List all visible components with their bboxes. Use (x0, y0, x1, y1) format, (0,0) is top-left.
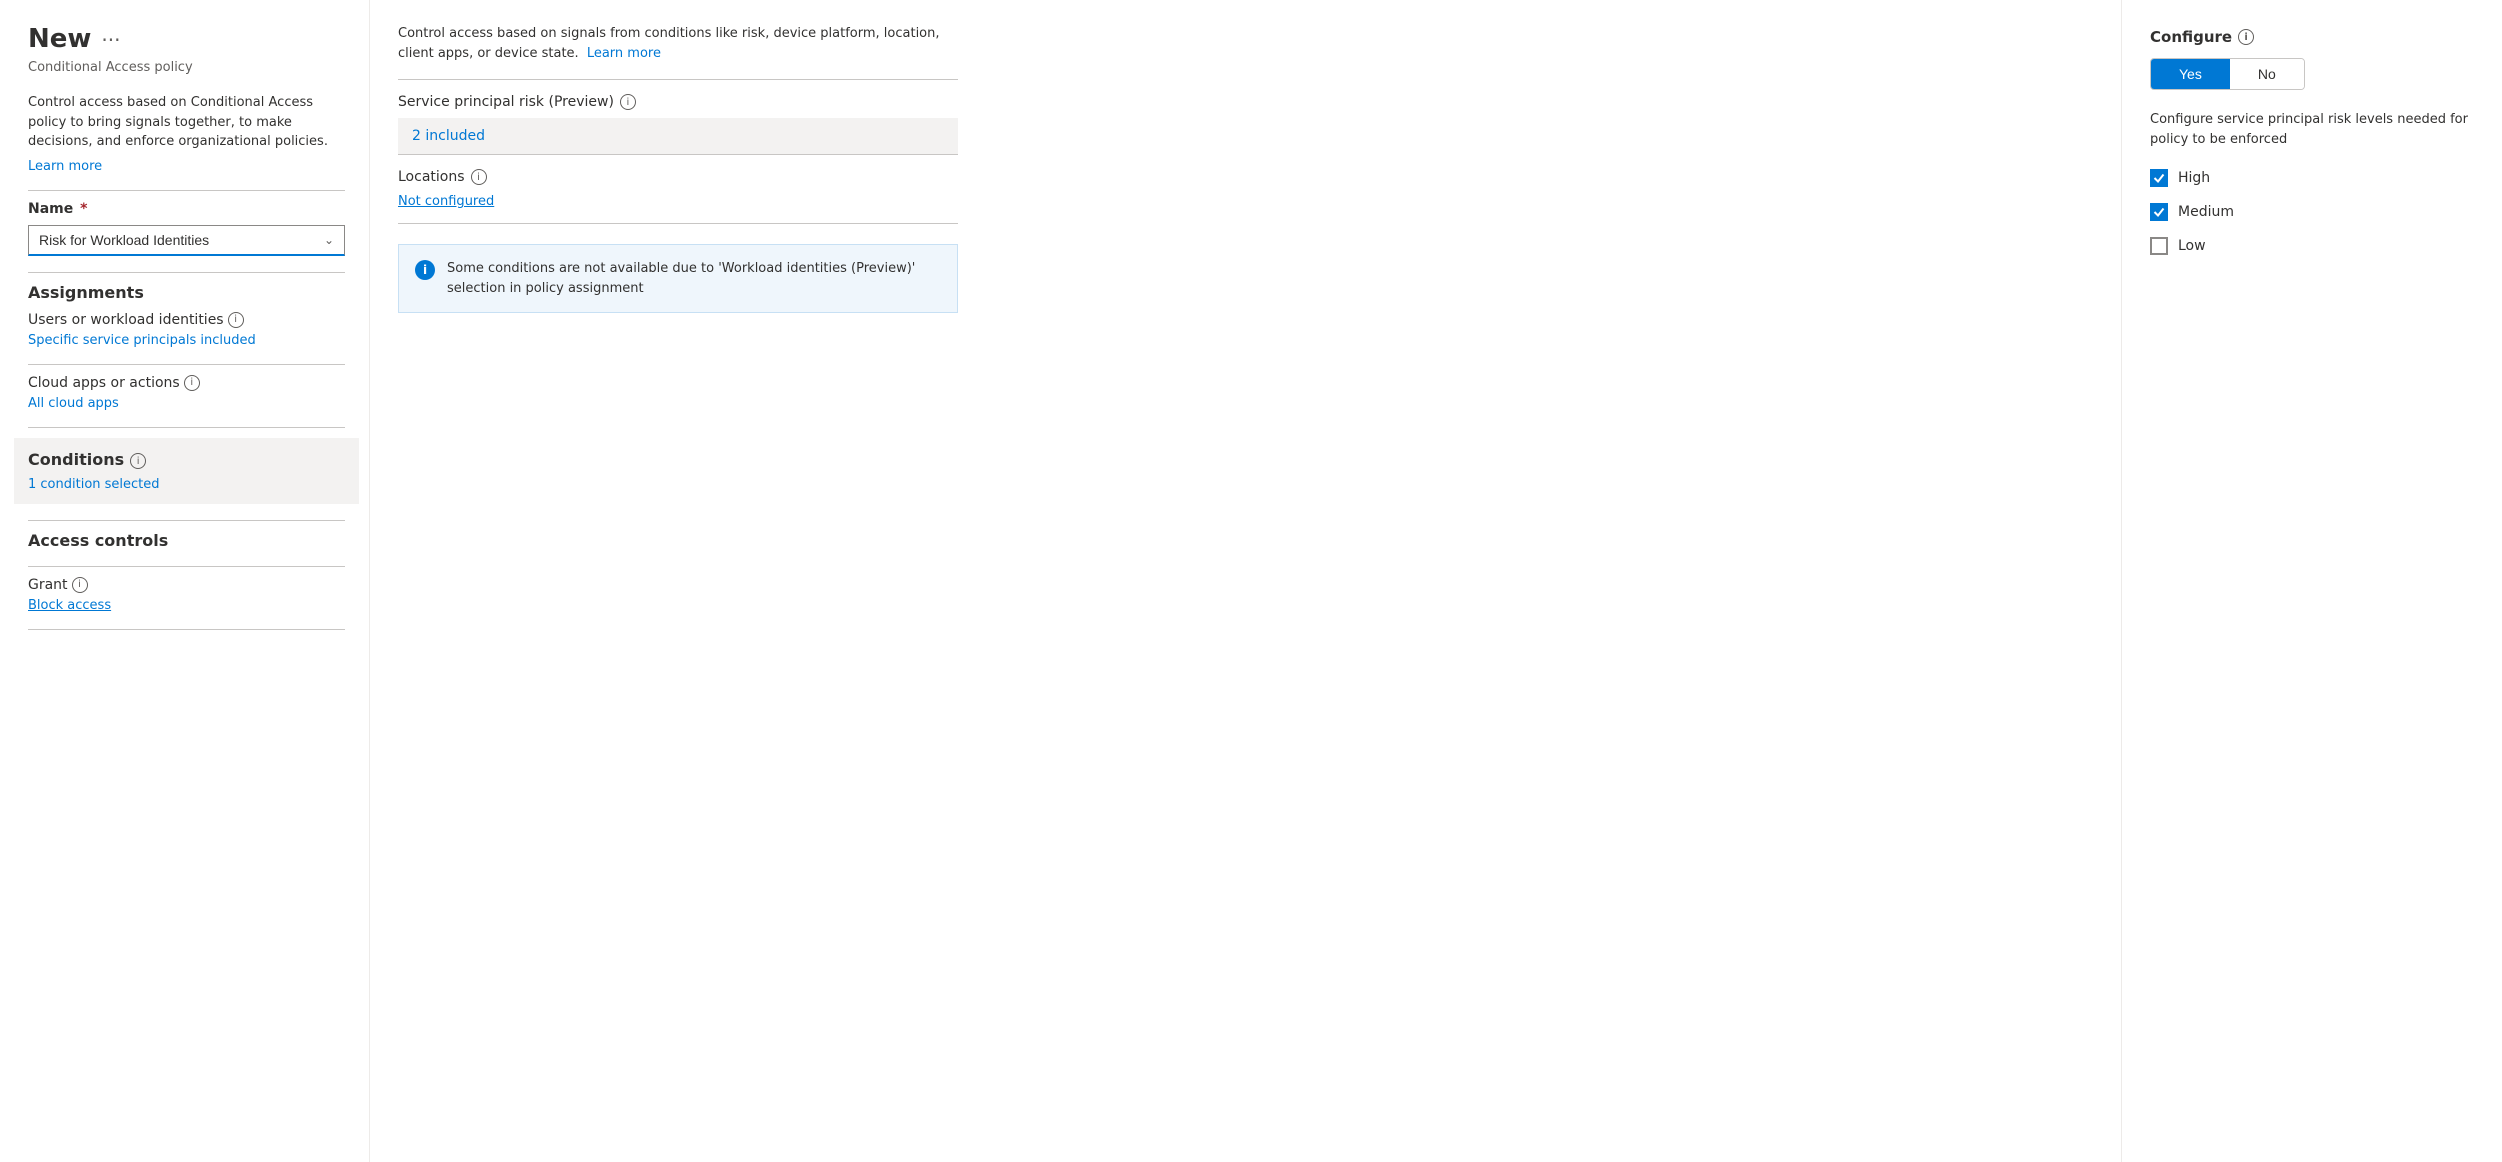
service-principal-value[interactable]: 2 included (398, 118, 958, 154)
locations-label: Locations (398, 169, 465, 185)
checkbox-medium[interactable] (2150, 203, 2168, 221)
checkbox-label-low: Low (2178, 238, 2206, 254)
middle-panel: Control access based on signals from con… (370, 0, 2122, 1162)
no-button[interactable]: No (2230, 59, 2304, 89)
left-panel: New ··· Conditional Access policy Contro… (0, 0, 370, 1162)
users-label: Users or workload identities i (28, 312, 345, 328)
conditions-heading: Conditions (28, 450, 124, 469)
access-controls-heading: Access controls (28, 531, 345, 550)
configure-info-icon[interactable]: i (2238, 29, 2254, 45)
block-access-link[interactable]: Block access (28, 598, 111, 613)
locations-info-icon[interactable]: i (471, 169, 487, 185)
checkbox-low[interactable] (2150, 237, 2168, 255)
name-input-wrapper[interactable]: ⌄ (28, 225, 345, 256)
assignments-heading: Assignments (28, 283, 345, 302)
checkbox-row-high[interactable]: High (2150, 169, 2474, 187)
service-principal-info-icon[interactable]: i (620, 94, 636, 110)
learn-more-link-middle[interactable]: Learn more (587, 46, 661, 61)
users-info-icon[interactable]: i (228, 312, 244, 328)
conditions-value[interactable]: 1 condition selected (28, 477, 345, 492)
conditions-section[interactable]: Conditions i 1 condition selected (14, 438, 359, 504)
middle-description: Control access based on signals from con… (398, 24, 958, 63)
service-principal-row[interactable]: Service principal risk (Preview) i 2 inc… (398, 94, 958, 154)
cloud-apps-value[interactable]: All cloud apps (28, 396, 119, 411)
checkbox-high[interactable] (2150, 169, 2168, 187)
conditions-info-icon[interactable]: i (130, 453, 146, 469)
checkbox-row-medium[interactable]: Medium (2150, 203, 2474, 221)
checkbox-label-high: High (2178, 170, 2210, 186)
info-banner-icon: i (415, 260, 435, 280)
info-banner-text: Some conditions are not available due to… (447, 259, 941, 298)
locations-section: Locations i Not configured (398, 169, 958, 209)
divider-conditions (28, 427, 345, 428)
risk-levels-container: High Medium Low (2150, 169, 2474, 255)
divider-bottom (28, 629, 345, 630)
locations-value[interactable]: Not configured (398, 194, 494, 209)
grant-info-icon[interactable]: i (72, 577, 88, 593)
required-indicator: * (75, 201, 87, 217)
locations-header: Locations i (398, 169, 958, 185)
configure-description: Configure service principal risk levels … (2150, 110, 2474, 149)
condition-divider-bottom (398, 223, 958, 224)
middle-divider-top (398, 79, 958, 80)
configure-label: Configure i (2150, 28, 2474, 46)
info-banner: i Some conditions are not available due … (398, 244, 958, 313)
users-value[interactable]: Specific service principals included (28, 333, 256, 348)
chevron-down-icon: ⌄ (324, 233, 334, 247)
page-subtitle: Conditional Access policy (28, 60, 345, 75)
service-principal-header: Service principal risk (Preview) i (398, 94, 958, 118)
name-input[interactable] (39, 232, 312, 248)
divider-grant (28, 566, 345, 567)
cloud-apps-label: Cloud apps or actions i (28, 375, 345, 391)
page-title: New (28, 24, 91, 54)
grant-label: Grant i (28, 577, 345, 593)
name-field-label: Name * (28, 201, 345, 217)
left-description: Control access based on Conditional Acce… (28, 93, 345, 152)
yes-button[interactable]: Yes (2151, 59, 2230, 89)
divider-access (28, 520, 345, 521)
yes-no-toggle[interactable]: Yes No (2150, 58, 2305, 90)
divider-cloud (28, 364, 345, 365)
divider-name (28, 190, 345, 191)
right-panel: Configure i Yes No Configure service pri… (2122, 0, 2502, 1162)
checkbox-label-medium: Medium (2178, 204, 2234, 220)
more-options-icon[interactable]: ··· (101, 28, 120, 52)
condition-divider-locations (398, 154, 958, 155)
service-principal-label: Service principal risk (Preview) (398, 94, 614, 110)
checkbox-row-low[interactable]: Low (2150, 237, 2474, 255)
learn-more-link-left[interactable]: Learn more (28, 159, 102, 174)
divider-assignments (28, 272, 345, 273)
cloud-apps-info-icon[interactable]: i (184, 375, 200, 391)
